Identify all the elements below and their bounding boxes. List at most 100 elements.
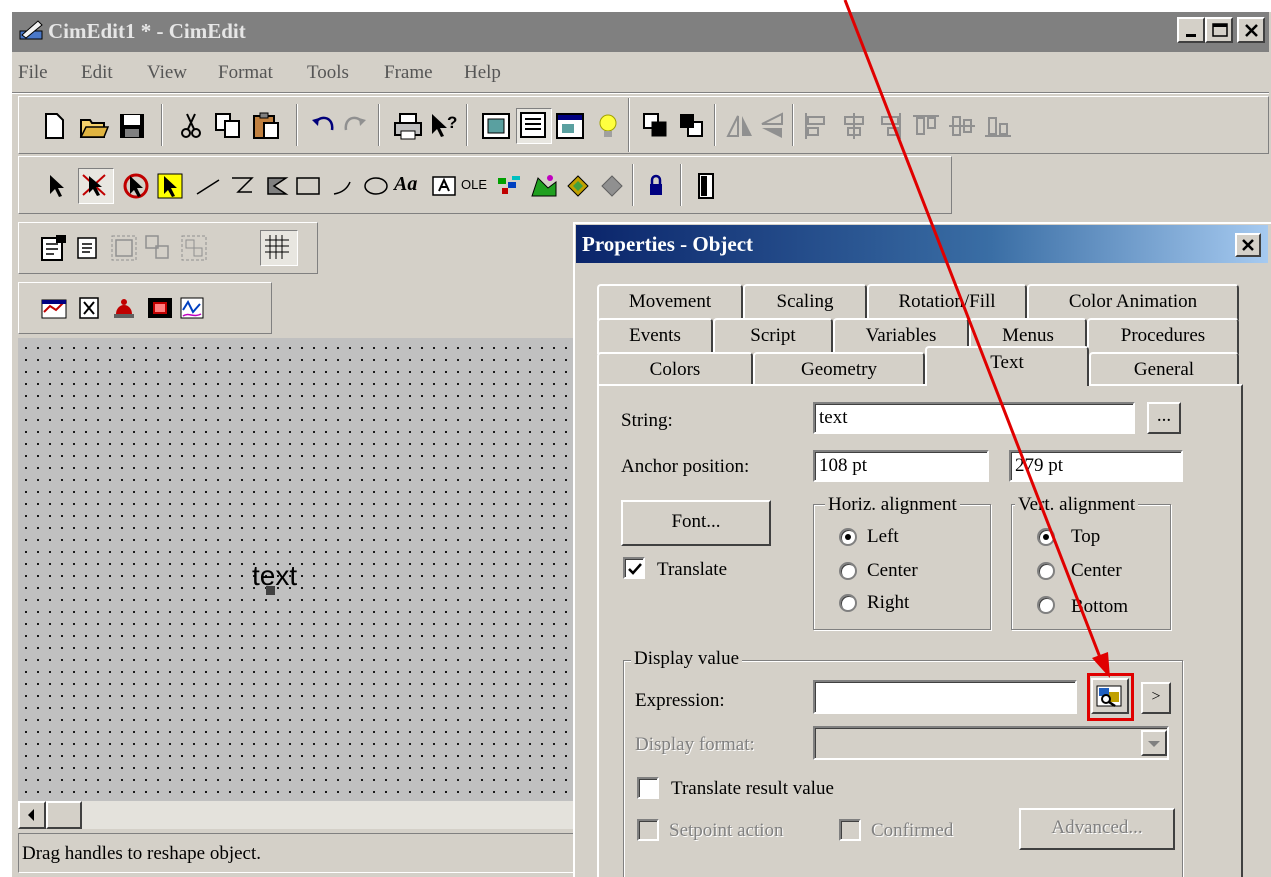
- regroup-button[interactable]: [178, 232, 210, 264]
- properties-button[interactable]: [38, 232, 70, 264]
- tips-button[interactable]: [592, 110, 624, 142]
- open-file-button[interactable]: [78, 110, 110, 142]
- tab-geometry[interactable]: Geometry: [753, 352, 925, 388]
- print-button[interactable]: [392, 110, 424, 142]
- menu-file[interactable]: File: [18, 60, 48, 86]
- scroll-thumb[interactable]: [46, 801, 82, 829]
- align-center-button[interactable]: [838, 110, 870, 142]
- group-button[interactable]: [108, 232, 140, 264]
- video-button[interactable]: [144, 292, 176, 324]
- tab-text[interactable]: Text: [925, 346, 1089, 386]
- menu-help[interactable]: Help: [464, 60, 501, 86]
- wizard-tool[interactable]: [562, 170, 594, 202]
- dialog-close-button[interactable]: [1235, 233, 1261, 257]
- symbol-library-tool[interactable]: [494, 170, 526, 202]
- translate-result-checkbox[interactable]: [637, 777, 659, 799]
- send-to-back-button[interactable]: [676, 110, 708, 142]
- horizontal-scrollbar[interactable]: [18, 801, 577, 829]
- horiz-left-radio[interactable]: [839, 528, 857, 546]
- runtime-view-button[interactable]: [554, 110, 586, 142]
- undo-button[interactable]: [308, 110, 340, 142]
- save-button[interactable]: [116, 110, 148, 142]
- anchor-x-input[interactable]: 108 pt: [813, 450, 989, 482]
- tab-general[interactable]: General: [1089, 352, 1239, 388]
- string-browse-button[interactable]: ...: [1147, 402, 1181, 434]
- font-button[interactable]: Font...: [621, 500, 771, 546]
- tab-procedures[interactable]: Procedures: [1087, 318, 1239, 354]
- picture-tool[interactable]: [528, 170, 560, 202]
- align-right-button[interactable]: [874, 110, 906, 142]
- menu-format[interactable]: Format: [218, 60, 273, 86]
- drawing-canvas[interactable]: [18, 338, 577, 801]
- grid-toggle[interactable]: [260, 230, 298, 266]
- lock-button[interactable]: [640, 170, 672, 202]
- tab-rotation-fill[interactable]: Rotation/Fill: [867, 284, 1027, 320]
- menu-tools[interactable]: Tools: [307, 60, 349, 86]
- paste-button[interactable]: [250, 110, 282, 142]
- horiz-center-radio[interactable]: [839, 562, 857, 580]
- form-button[interactable]: [72, 232, 104, 264]
- ungroup-button[interactable]: [142, 232, 174, 264]
- alarm-button[interactable]: [108, 292, 140, 324]
- linked-object-tool[interactable]: [596, 170, 628, 202]
- setpoint-action-label: Setpoint action: [669, 820, 784, 841]
- align-bottom-button[interactable]: [982, 110, 1014, 142]
- flip-vertical-button[interactable]: [756, 110, 788, 142]
- polyline-tool[interactable]: [226, 170, 258, 202]
- select-tool[interactable]: [42, 170, 74, 202]
- tab-scaling[interactable]: Scaling: [743, 284, 867, 320]
- expression-input[interactable]: [813, 680, 1077, 714]
- translate-result-label: Translate result value: [671, 778, 834, 799]
- send-back-icon: [680, 114, 703, 137]
- alarm-viewer-button[interactable]: [74, 292, 106, 324]
- text-box-tool[interactable]: [428, 170, 460, 202]
- ellipse-tool[interactable]: [360, 170, 392, 202]
- edit-mode-button[interactable]: [480, 110, 512, 142]
- translate-checkbox[interactable]: [623, 557, 645, 579]
- menu-view[interactable]: View: [147, 60, 187, 86]
- scroll-left-button[interactable]: [18, 801, 46, 829]
- string-input[interactable]: text: [813, 402, 1135, 434]
- new-file-button[interactable]: [38, 110, 70, 142]
- tab-events[interactable]: Events: [597, 318, 713, 354]
- frame-button[interactable]: [690, 170, 722, 202]
- horiz-right-radio[interactable]: [839, 594, 857, 612]
- copy-button[interactable]: [212, 110, 244, 142]
- polygon-tool[interactable]: [260, 170, 292, 202]
- point-tool[interactable]: [154, 170, 186, 202]
- context-help-button[interactable]: ?: [428, 110, 460, 142]
- text-tool[interactable]: Aa: [392, 170, 424, 202]
- bring-to-front-button[interactable]: [640, 110, 672, 142]
- align-top-button[interactable]: [910, 110, 942, 142]
- menu-edit[interactable]: Edit: [81, 60, 113, 86]
- menu-frame[interactable]: Frame: [384, 60, 433, 86]
- redo-button[interactable]: [338, 110, 370, 142]
- selection-handle[interactable]: [266, 586, 275, 595]
- arc-tool[interactable]: [326, 170, 358, 202]
- rectangle-tool[interactable]: [292, 170, 324, 202]
- tab-color-animation[interactable]: Color Animation: [1027, 284, 1239, 320]
- align-middle-button[interactable]: [946, 110, 978, 142]
- reshape-tool[interactable]: [78, 168, 114, 204]
- align-left-button[interactable]: [800, 110, 832, 142]
- anchor-y-input[interactable]: 279 pt: [1009, 450, 1183, 482]
- minimize-button[interactable]: [1177, 17, 1205, 43]
- ole-object-tool[interactable]: OLE: [460, 170, 492, 202]
- close-button[interactable]: [1237, 17, 1265, 43]
- vert-center-radio[interactable]: [1037, 562, 1055, 580]
- flip-horizontal-button[interactable]: [724, 110, 756, 142]
- tab-movement[interactable]: Movement: [597, 284, 743, 320]
- line-tool[interactable]: [192, 170, 224, 202]
- list-view-toggle[interactable]: [516, 108, 552, 144]
- minimize-icon: [1186, 34, 1196, 37]
- tab-colors[interactable]: Colors: [597, 352, 753, 388]
- cut-button[interactable]: [176, 110, 208, 142]
- expression-more-button[interactable]: >: [1141, 682, 1171, 714]
- maximize-button[interactable]: [1205, 17, 1233, 43]
- chart-button[interactable]: [176, 292, 208, 324]
- rotate-tool[interactable]: [120, 170, 152, 202]
- vert-top-radio[interactable]: [1037, 528, 1055, 546]
- vert-bottom-radio[interactable]: [1037, 596, 1055, 614]
- trend-button[interactable]: [38, 292, 70, 324]
- tab-script[interactable]: Script: [713, 318, 833, 354]
